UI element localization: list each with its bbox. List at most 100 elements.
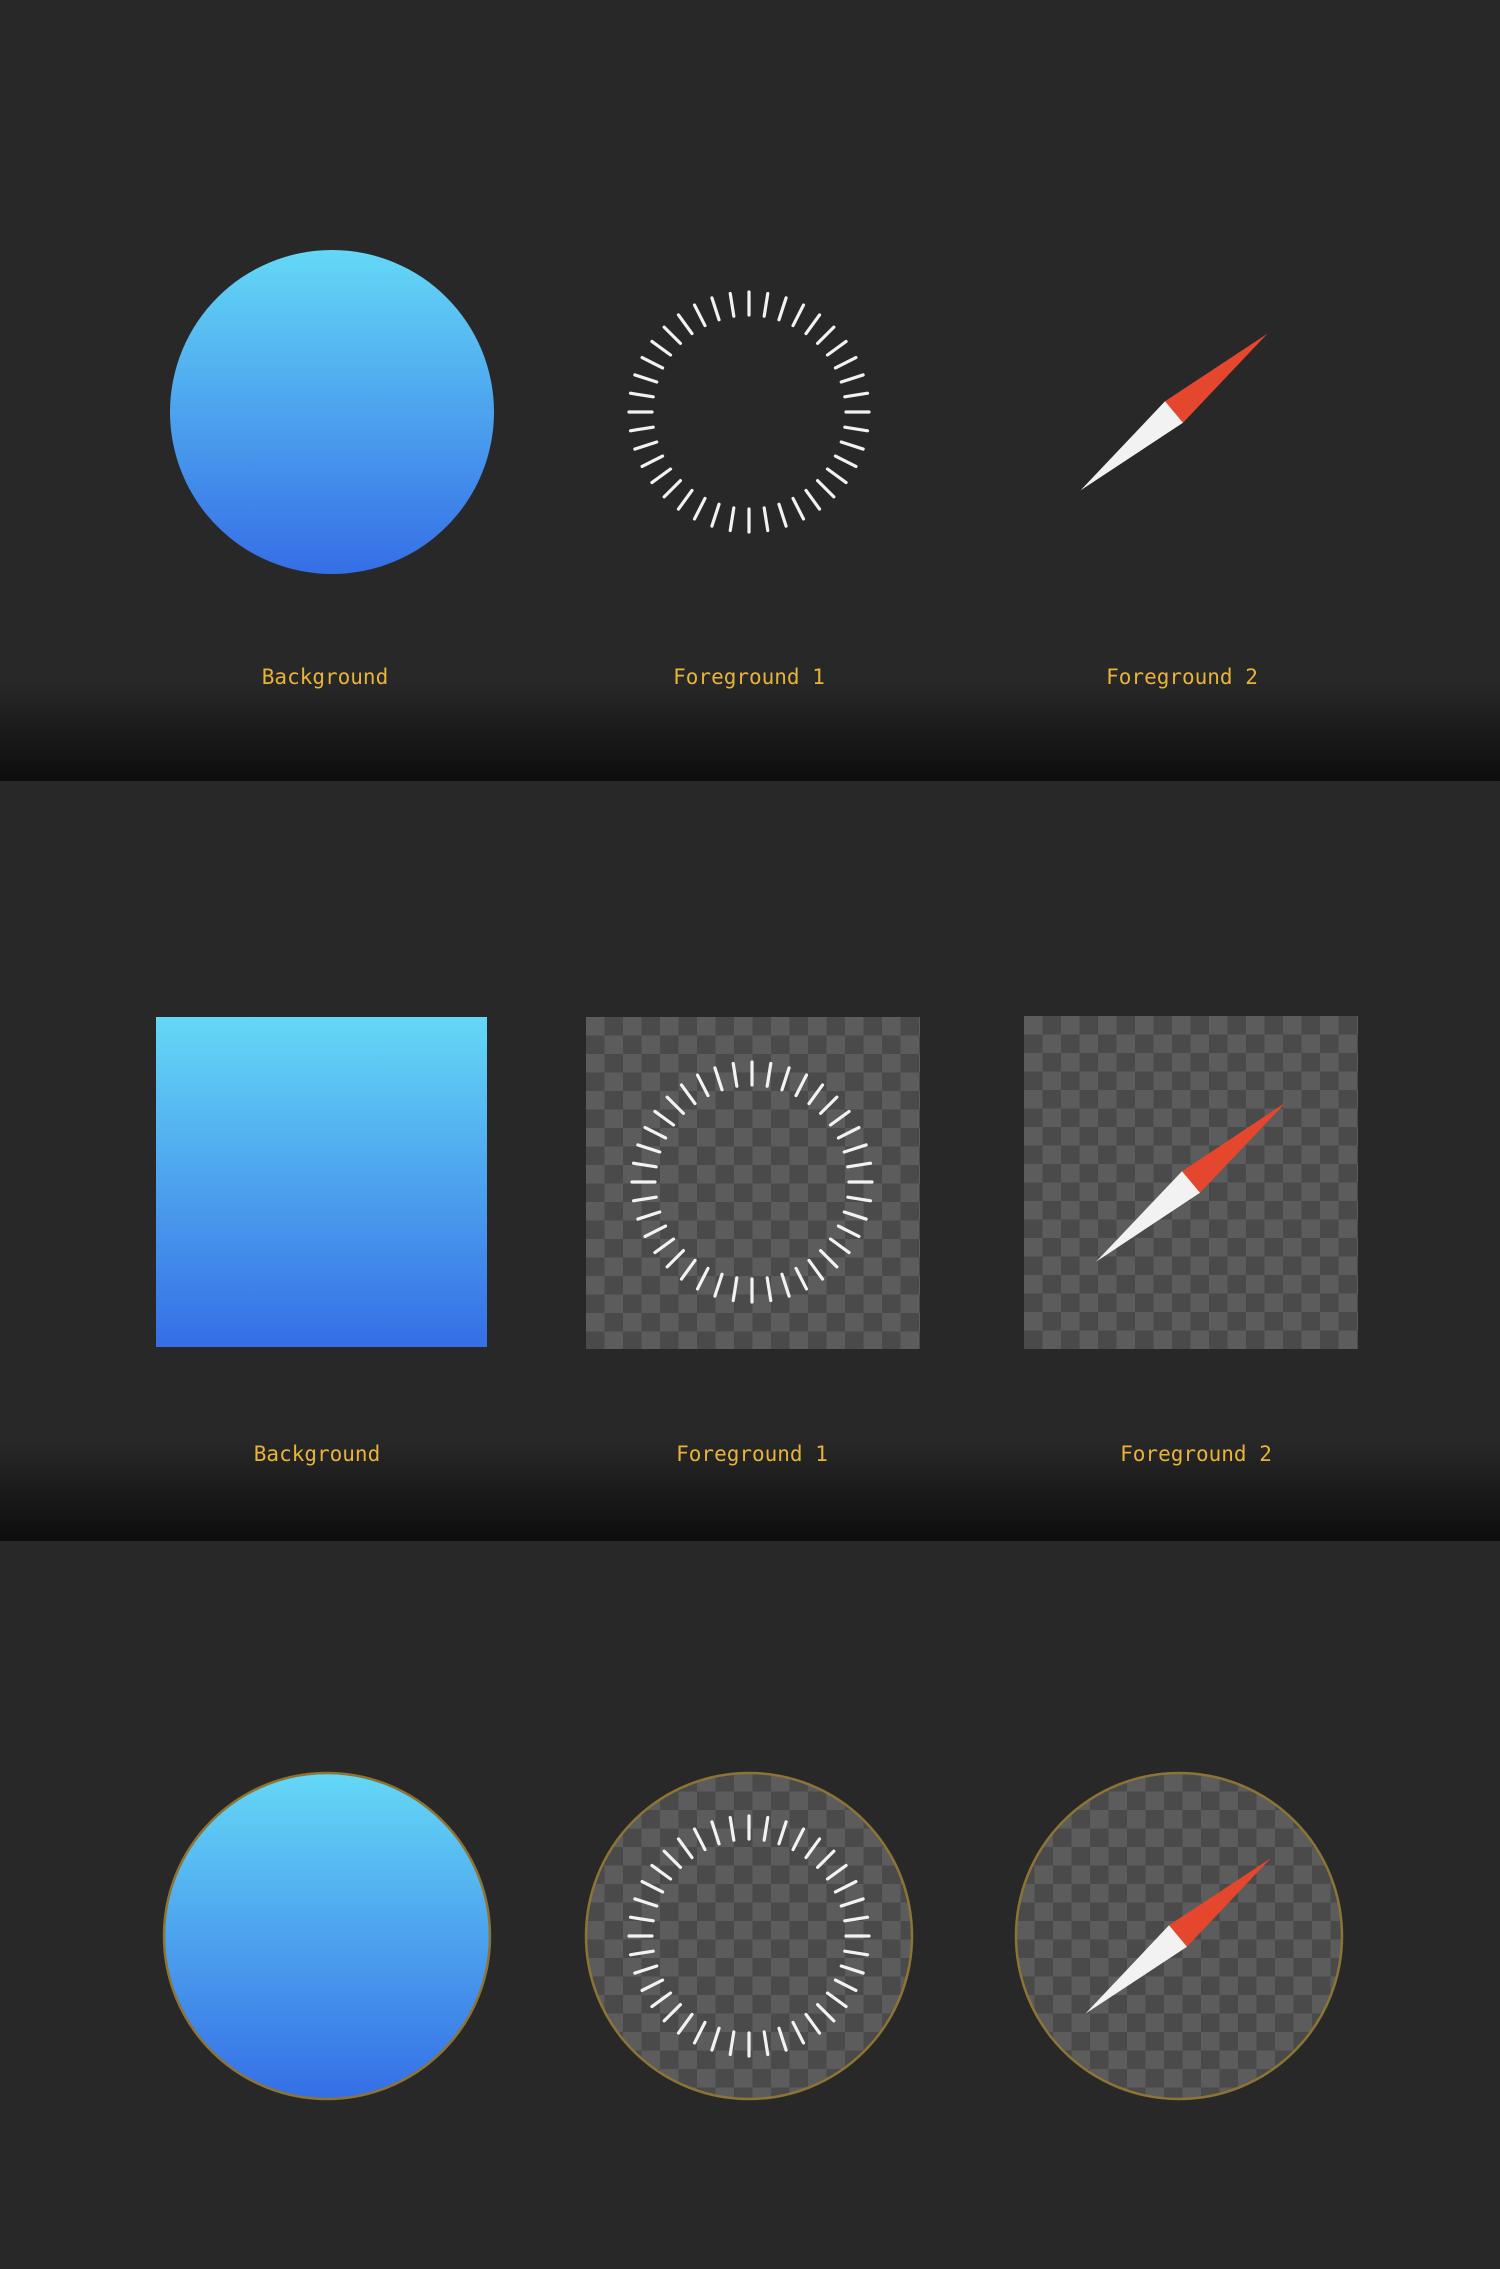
checker-cell: [1293, 1902, 1312, 1921]
checker-cell: [734, 1091, 753, 1110]
checker-cell: [660, 1313, 679, 1332]
tick-mark: [650, 339, 673, 357]
checker-cell: [1283, 1016, 1302, 1035]
checker-cell: [660, 2032, 679, 2051]
checker-cell: [1034, 1791, 1053, 1810]
checker-cell: [604, 1294, 623, 1313]
checker-cell: [826, 2087, 845, 2099]
checker-cell: [771, 1239, 790, 1258]
checker-cell: [1024, 1275, 1043, 1294]
tick-mark: [676, 313, 694, 336]
checker-cell: [1283, 1164, 1302, 1183]
checker-cell: [678, 1939, 697, 1958]
checker-cell: [697, 1773, 716, 1792]
checker-cell: [863, 1146, 882, 1165]
checker-cell: [771, 1847, 790, 1866]
checker-cell: [1219, 2050, 1238, 2069]
checker-cell: [1071, 1976, 1090, 1995]
checker-cell: [1016, 1810, 1035, 1829]
checker-cell: [1219, 1865, 1238, 1884]
tick-mark: [777, 296, 788, 322]
tick-mark: [843, 425, 870, 433]
checker-cell: [1108, 1865, 1127, 1884]
checker-cell: [1338, 1330, 1357, 1349]
compass-needle-icon: [1080, 333, 1268, 491]
checker-cell: [752, 1331, 771, 1349]
checker-cell: [808, 1165, 827, 1184]
checker-cell: [1135, 1275, 1154, 1294]
checker-cell: [808, 1202, 827, 1221]
checker-cell: [1227, 1034, 1246, 1053]
checker-cell: [715, 1109, 734, 1128]
checker-cell: [1153, 1034, 1172, 1053]
checker-cell: [1283, 1201, 1302, 1220]
checker-cell: [1293, 1791, 1312, 1810]
checker-cell: [1238, 1810, 1257, 1829]
checker-cell: [1090, 1810, 1109, 1829]
checker-cell: [1024, 1312, 1043, 1331]
checker-cell: [1090, 1773, 1109, 1792]
checker-cell: [882, 2069, 901, 2088]
checker-cell: [1301, 1108, 1320, 1127]
checker-cell: [1042, 1219, 1061, 1238]
checker-cell: [1016, 2032, 1035, 2051]
checker-cell: [900, 1109, 919, 1128]
checker-cell: [1338, 1108, 1357, 1127]
checker-cell: [1264, 1293, 1283, 1312]
checker-cell: [734, 1958, 753, 1977]
checker-cell: [789, 1865, 808, 1884]
checker-cell: [1024, 1127, 1043, 1146]
checker-cell: [1246, 1238, 1265, 1257]
checker-cell: [771, 1128, 790, 1147]
checker-cell: [1330, 2013, 1342, 2032]
checker-cell: [715, 1331, 734, 1349]
checker-cell: [1219, 1976, 1238, 1995]
checker-cell: [752, 1976, 771, 1995]
checker-cell: [1034, 1902, 1053, 1921]
checker-cell: [1256, 1939, 1275, 1958]
checker-cell: [845, 2032, 864, 2051]
checker-cell: [1227, 1219, 1246, 1238]
tick-mark: [815, 325, 836, 346]
checker-cell: [641, 1939, 660, 1958]
checker-cell: [882, 1239, 901, 1258]
checker-cell: [1127, 1810, 1146, 1829]
checker-cell: [826, 1828, 845, 1847]
checker-cell: [1293, 1865, 1312, 1884]
tick-mark: [839, 440, 865, 451]
checker-cell: [752, 1294, 771, 1313]
checker-cell: [1293, 1939, 1312, 1958]
checker-cell: [1034, 1976, 1053, 1995]
checker-cell: [641, 1294, 660, 1313]
checker-cell: [1357, 1238, 1358, 1257]
tick-mark: [762, 291, 770, 318]
checker-cell: [623, 2069, 642, 2088]
checker-cell: [1227, 1182, 1246, 1201]
checker-cell: [604, 1865, 623, 1884]
tick-mark: [839, 373, 865, 384]
checker-cell: [604, 1331, 623, 1349]
layer-label-background: Background: [253, 1442, 381, 1466]
checker-cell: [900, 1183, 919, 1202]
tick-mark: [777, 502, 788, 528]
tick-mark: [640, 454, 665, 469]
tick-mark: [843, 391, 870, 399]
checker-cell: [752, 1865, 771, 1884]
checker-cell: [789, 1035, 808, 1054]
checker-cell: [1016, 1884, 1035, 1903]
tick-mark: [640, 355, 665, 370]
checker-cell: [919, 1017, 920, 1036]
tick-mark: [804, 313, 822, 336]
checker-cell: [1116, 1182, 1135, 1201]
checker-cell: [826, 1183, 845, 1202]
checker-cell: [1320, 1090, 1339, 1109]
checker-cell: [734, 1995, 753, 2014]
checker-cell: [1127, 2032, 1146, 2051]
checker-cell: [1275, 1773, 1294, 1792]
checker-cell: [1320, 1201, 1339, 1220]
checker-cell: [1190, 1034, 1209, 1053]
checker-cell: [1042, 1330, 1061, 1349]
checker-cell: [900, 1828, 912, 1847]
layer-label-foreground-1: Foreground 1: [676, 1442, 828, 1466]
checker-cell: [900, 2087, 912, 2099]
